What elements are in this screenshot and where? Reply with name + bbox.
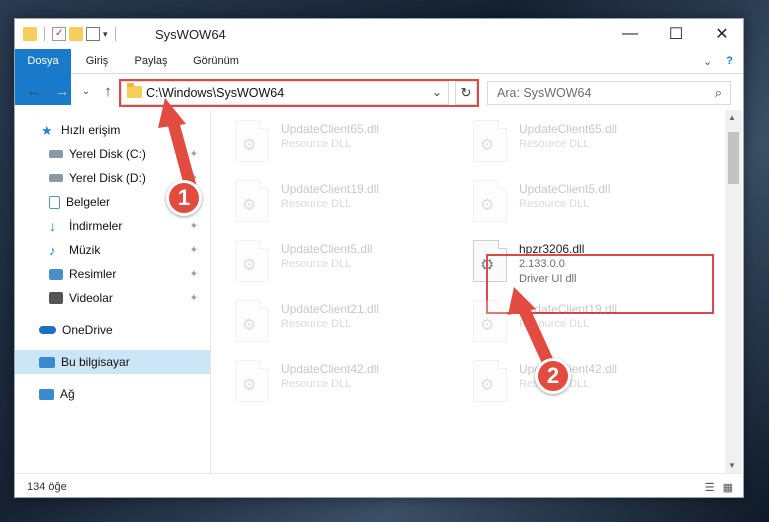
annotation-overlay xyxy=(158,98,554,368)
step-badge-1: 1 xyxy=(166,180,202,216)
annotation-arrow-2 xyxy=(508,287,554,368)
step-badge-2: 2 xyxy=(535,358,571,394)
annotation-arrow-1 xyxy=(158,98,198,198)
